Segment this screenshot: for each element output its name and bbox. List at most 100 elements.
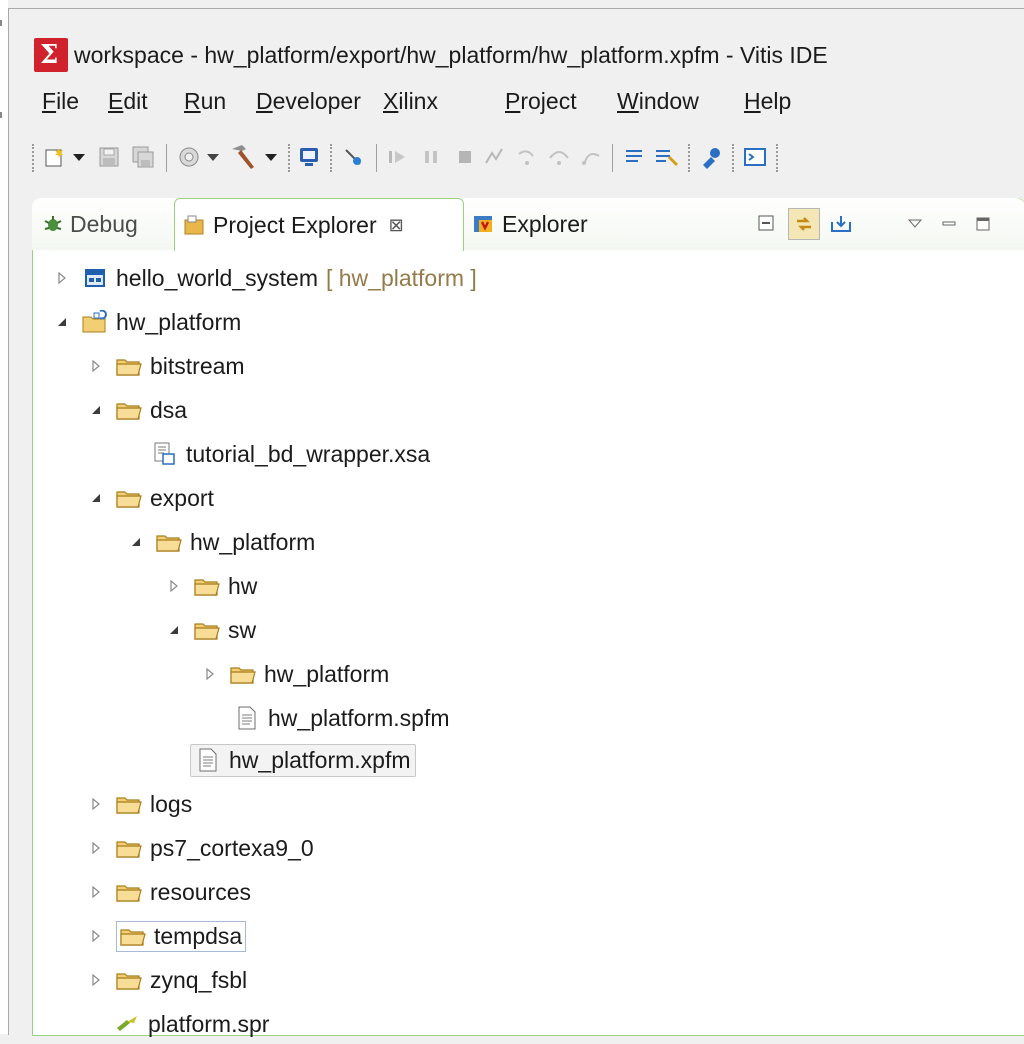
project-explorer-icon bbox=[181, 213, 207, 237]
tree-item-ps7-cortexa9-0[interactable]: ps7_cortexa9_0 bbox=[88, 828, 314, 868]
tree-item-resources[interactable]: resources bbox=[88, 872, 251, 912]
menu-help[interactable]: Help bbox=[744, 88, 791, 115]
step-over-icon[interactable] bbox=[544, 142, 574, 172]
import-icon[interactable] bbox=[828, 212, 854, 236]
folder-icon bbox=[116, 486, 142, 510]
expand-closed-icon[interactable] bbox=[202, 666, 218, 682]
menu-bar: File Edit Run Developer Xilinx Project W… bbox=[8, 82, 1024, 122]
tree-item-dsa[interactable]: dsa bbox=[88, 390, 187, 430]
expand-closed-icon[interactable] bbox=[88, 972, 104, 988]
build-dropdown-icon[interactable] bbox=[262, 142, 280, 172]
build-settings-dropdown-icon[interactable] bbox=[204, 142, 222, 172]
show-console-icon[interactable] bbox=[620, 142, 650, 172]
tree-item-logs[interactable]: logs bbox=[88, 784, 192, 824]
expand-open-icon[interactable] bbox=[88, 490, 104, 506]
disconnect-icon[interactable] bbox=[480, 142, 510, 172]
focus-outline: tempdsa bbox=[116, 920, 247, 952]
tree-item-hw-platform[interactable]: hw_platform bbox=[54, 302, 241, 342]
resume-icon[interactable] bbox=[382, 142, 412, 172]
tree-item-tempdsa[interactable]: tempdsa bbox=[88, 916, 247, 956]
toolbar-grip bbox=[32, 144, 36, 172]
system-project-icon bbox=[82, 266, 108, 290]
folder-icon bbox=[194, 618, 220, 642]
tab-project-explorer[interactable]: Project Explorer ⊠ bbox=[174, 198, 464, 251]
expand-open-icon[interactable] bbox=[166, 622, 182, 638]
build-settings-icon[interactable] bbox=[174, 142, 204, 172]
expand-closed-icon[interactable] bbox=[88, 840, 104, 856]
file-icon bbox=[195, 748, 221, 772]
launch-tool-icon[interactable] bbox=[696, 142, 726, 172]
folder-icon bbox=[230, 662, 256, 686]
close-tab-icon[interactable]: ⊠ bbox=[389, 215, 404, 236]
tree-item-hello-world-system[interactable]: hello_world_system [ hw_platform ] bbox=[54, 258, 477, 298]
minimize-icon[interactable] bbox=[936, 212, 962, 236]
menu-project[interactable]: Project bbox=[505, 88, 577, 115]
tree-item-xsa-file[interactable]: tutorial_bd_wrapper.xsa bbox=[152, 434, 430, 474]
step-return-icon[interactable] bbox=[576, 142, 606, 172]
platform-spr-icon bbox=[114, 1012, 140, 1036]
folder-icon bbox=[116, 968, 142, 992]
title-bar: Σ workspace - hw_platform/export/hw_plat… bbox=[8, 36, 1024, 78]
expand-closed-icon[interactable] bbox=[88, 928, 104, 944]
tab-explorer[interactable]: Explorer bbox=[470, 198, 588, 250]
tree-item-spfm-file[interactable]: hw_platform.spfm bbox=[234, 698, 450, 738]
folder-icon bbox=[116, 880, 142, 904]
tree-item-xpfm-file[interactable]: hw_platform.xpfm bbox=[190, 740, 416, 780]
debug-connect-icon[interactable] bbox=[338, 142, 368, 172]
new-dropdown-icon[interactable] bbox=[70, 142, 88, 172]
folder-icon bbox=[194, 574, 220, 598]
link-with-editor-icon[interactable] bbox=[788, 208, 820, 240]
tree-item-hw[interactable]: hw bbox=[166, 566, 257, 606]
save-icon[interactable] bbox=[94, 142, 124, 172]
build-project-icon[interactable] bbox=[650, 142, 684, 172]
folder-icon bbox=[120, 924, 146, 948]
vitis-logo-icon: Σ bbox=[34, 38, 68, 72]
menu-file[interactable]: File bbox=[42, 88, 79, 115]
expand-closed-icon[interactable] bbox=[54, 270, 70, 286]
terminate-icon[interactable] bbox=[450, 142, 480, 172]
expand-open-icon[interactable] bbox=[54, 314, 70, 330]
expand-closed-icon[interactable] bbox=[88, 884, 104, 900]
expand-closed-icon[interactable] bbox=[166, 578, 182, 594]
tree-item-platform-spr[interactable]: platform.spr bbox=[114, 1004, 269, 1044]
folder-icon bbox=[156, 530, 182, 554]
open-terminal-icon[interactable] bbox=[740, 142, 770, 172]
bug-icon bbox=[40, 212, 66, 236]
tree-item-sw[interactable]: sw bbox=[166, 610, 256, 650]
step-into-icon[interactable] bbox=[512, 142, 542, 172]
window-title: workspace - hw_platform/export/hw_platfo… bbox=[74, 42, 828, 68]
selection-highlight: hw_platform.xpfm bbox=[190, 743, 416, 777]
main-toolbar bbox=[8, 134, 1024, 180]
view-toolbar bbox=[754, 208, 862, 240]
expand-closed-icon[interactable] bbox=[88, 358, 104, 374]
folder-icon bbox=[116, 398, 142, 422]
menu-window[interactable]: Window bbox=[617, 88, 699, 115]
tab-debug[interactable]: Debug bbox=[40, 198, 138, 250]
save-all-icon[interactable] bbox=[128, 142, 158, 172]
folder-icon bbox=[116, 354, 142, 378]
expand-open-icon[interactable] bbox=[128, 534, 144, 550]
new-icon[interactable] bbox=[40, 142, 70, 172]
tree-item-sw-hw-platform[interactable]: hw_platform bbox=[202, 654, 389, 694]
tree-item-export[interactable]: export bbox=[88, 478, 214, 518]
suspend-icon[interactable] bbox=[416, 142, 446, 172]
menu-run[interactable]: Run bbox=[184, 88, 226, 115]
hammer-build-icon[interactable] bbox=[226, 142, 260, 172]
menu-edit[interactable]: Edit bbox=[108, 88, 148, 115]
view-menu-icon[interactable] bbox=[902, 212, 928, 236]
view-tab-bar: Debug Project Explorer ⊠ Explorer bbox=[32, 198, 1024, 251]
tree-item-export-hw-platform[interactable]: hw_platform bbox=[128, 522, 315, 562]
tree-item-zynq-fsbl[interactable]: zynq_fsbl bbox=[88, 960, 247, 1000]
menu-xilinx[interactable]: Xilinx bbox=[383, 88, 438, 115]
expand-closed-icon[interactable] bbox=[88, 796, 104, 812]
maximize-icon[interactable] bbox=[970, 212, 996, 236]
expand-open-icon[interactable] bbox=[88, 402, 104, 418]
tree-item-bitstream[interactable]: bitstream bbox=[88, 346, 245, 386]
file-icon bbox=[234, 706, 260, 730]
menu-developer[interactable]: Developer bbox=[256, 88, 361, 115]
hardware-file-icon bbox=[152, 442, 178, 466]
tree-item-hint: [ hw_platform ] bbox=[325, 264, 477, 291]
collapse-all-icon[interactable] bbox=[754, 212, 780, 236]
program-device-icon[interactable] bbox=[294, 142, 324, 172]
platform-project-icon bbox=[82, 310, 108, 334]
